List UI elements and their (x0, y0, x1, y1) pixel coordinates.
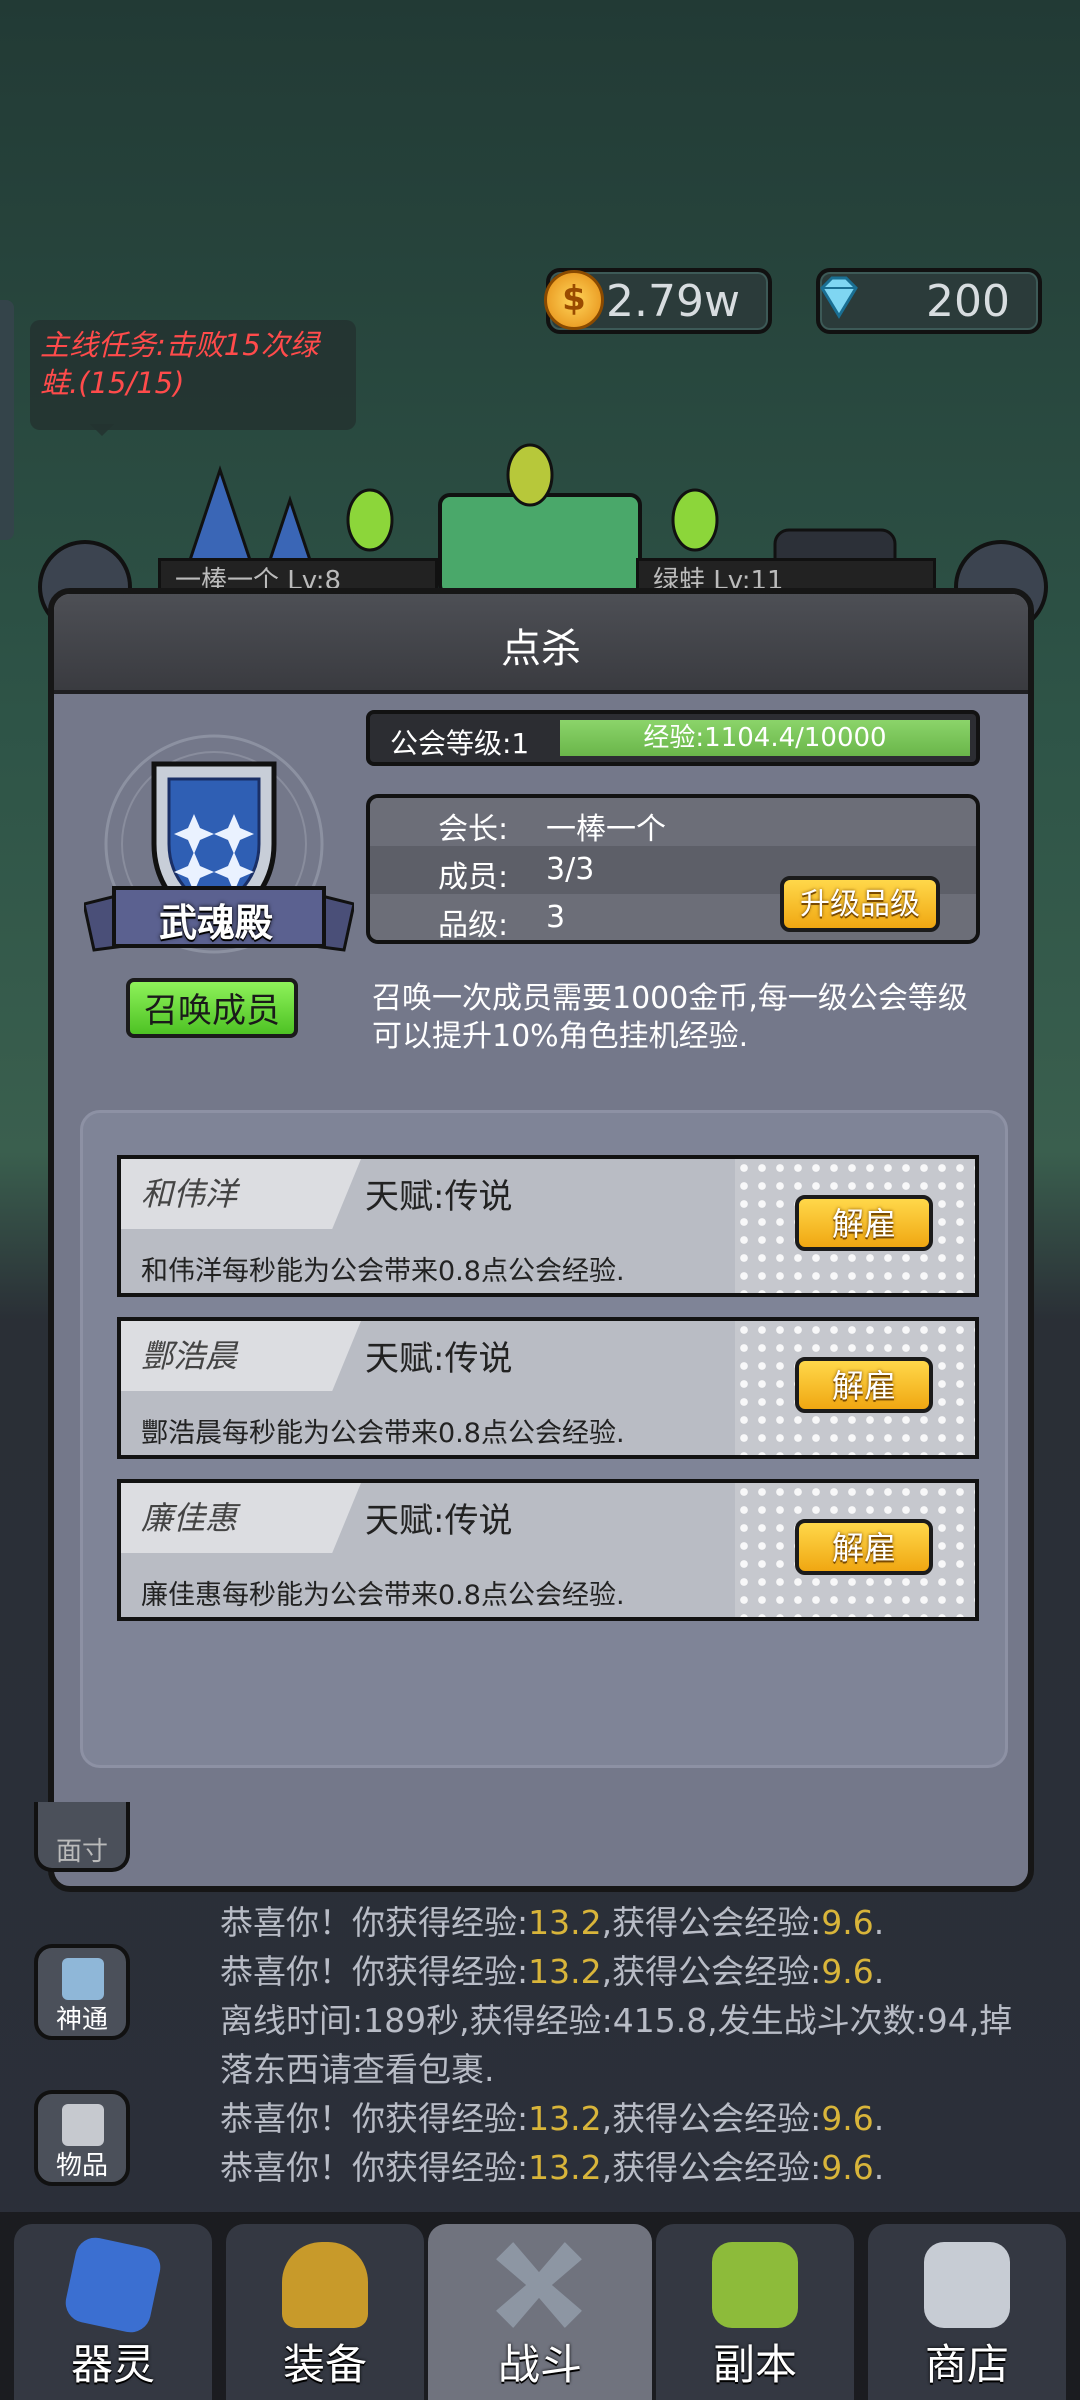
dismiss-button[interactable]: 解雇 (795, 1195, 933, 1251)
treasure-chest-icon (924, 2242, 1010, 2328)
guild-level-label: 公会等级:1 (390, 727, 530, 760)
bottom-nav: 器灵 装备 战斗 副本 商店 (0, 2212, 1080, 2400)
side-button-partial[interactable]: 面寸 (34, 1802, 130, 1872)
modal-title: 点杀 (501, 626, 581, 672)
member-desc: 和伟洋每秒能为公会带来0.8点公会经验. (141, 1256, 625, 1287)
tab-label: 器灵 (70, 2340, 155, 2389)
info-key: 会长: (438, 812, 509, 847)
guild-info-box: 会长: 一棒一个 成员: 3/3 品级: 3 升级品级 (366, 794, 980, 944)
member-talent: 天赋:传说 (365, 1177, 513, 1217)
member-talent: 天赋:传说 (365, 1501, 513, 1541)
tab-dungeon[interactable]: 副本 (656, 2224, 854, 2400)
info-key: 品级: (438, 908, 509, 943)
main-quest-bubble[interactable]: 主线任务:击败15次绿蛙.(15/15) (30, 320, 356, 436)
summon-description: 召唤一次成员需要1000金币,每一级公会等级可以提升10%角色挂机经验. (372, 981, 968, 1054)
info-value: 一棒一个 (546, 812, 666, 847)
info-key: 成员: (438, 860, 509, 895)
summon-member-button[interactable]: 召唤成员 (126, 978, 298, 1038)
member-card: 酆浩晨 天赋:传说 酆浩晨每秒能为公会带来0.8点公会经验. 解雇 (117, 1317, 979, 1459)
log-line: 恭喜你！你获得经验:13.2,获得公会经验:9.6. (220, 2099, 885, 2138)
guild-level-bar: 公会等级:1 经验:1104.4/10000 (366, 710, 980, 766)
info-value: 3/3 (546, 852, 595, 887)
spirit-icon (61, 2233, 165, 2337)
info-value: 3 (546, 900, 566, 935)
guild-modal: 点杀 武魂殿 召唤成员 公会等级:1 经验:1104.4/10000 会长: 一… (48, 588, 1034, 1892)
tab-label: 战斗 (497, 2340, 582, 2389)
gem-counter: 200 (816, 268, 1042, 334)
side-button-shentong[interactable]: 神通 (34, 1944, 130, 2040)
tab-label: 装备 (282, 2340, 367, 2389)
side-button-label: 神通 (55, 2005, 108, 2035)
diamond-icon (820, 276, 858, 319)
battle-log: 恭喜你！你获得经验:13.2,获得公会经验:9.6. 恭喜你！你获得经验:13.… (220, 1898, 1020, 2192)
chest-icon (62, 2104, 104, 2146)
member-card: 和伟洋 天赋:传说 和伟洋每秒能为公会带来0.8点公会经验. 解雇 (117, 1155, 979, 1297)
gold-counter: $ 2.79w (544, 268, 772, 334)
member-desc: 廉佳惠每秒能为公会带来0.8点公会经验. (141, 1580, 625, 1611)
crossed-swords-icon (496, 2242, 582, 2328)
member-name: 廉佳惠 (141, 1499, 238, 1537)
side-button-label: 面寸 (55, 1837, 108, 1867)
dismiss-button[interactable]: 解雇 (795, 1519, 933, 1575)
tab-label: 商店 (924, 2340, 1009, 2389)
tab-label: 副本 (712, 2340, 797, 2389)
info-row-leader: 会长: 一棒一个 (370, 798, 976, 847)
tab-shop[interactable]: 商店 (868, 2224, 1066, 2400)
dungeon-icon (712, 2242, 798, 2328)
left-edge-tab[interactable] (0, 300, 14, 540)
member-name: 酆浩晨 (141, 1337, 238, 1375)
gem-value: 200 (926, 276, 1010, 327)
member-card: 廉佳惠 天赋:传说 廉佳惠每秒能为公会带来0.8点公会经验. 解雇 (117, 1479, 979, 1621)
log-line: 恭喜你！你获得经验:13.2,获得公会经验:9.6. (220, 2148, 885, 2187)
gold-coin-icon: $ (544, 270, 604, 330)
upgrade-grade-button[interactable]: 升级品级 (780, 876, 940, 932)
guild-name: 武魂殿 (158, 901, 273, 945)
tab-equipment[interactable]: 装备 (226, 2224, 424, 2400)
gold-value: 2.79w (606, 276, 740, 327)
side-button-label: 物品 (55, 2151, 108, 2181)
log-line: 离线时间:189秒,获得经验:415.8,发生战斗次数:94,掉落东西请查看包裹… (220, 2001, 1013, 2089)
log-line: 恭喜你！你获得经验:13.2,获得公会经验:9.6. (220, 1903, 885, 1942)
member-list: 和伟洋 天赋:传说 和伟洋每秒能为公会带来0.8点公会经验. 解雇 酆浩晨 天赋… (80, 1110, 1008, 1768)
tab-qiling[interactable]: 器灵 (14, 2224, 212, 2400)
exp-progress-track: 经验:1104.4/10000 (560, 720, 970, 756)
helmet-icon (282, 2242, 368, 2328)
log-line: 恭喜你！你获得经验:13.2,获得公会经验:9.6. (220, 1952, 885, 1991)
exp-progress-text: 经验:1104.4/10000 (643, 723, 887, 753)
side-button-items[interactable]: 物品 (34, 2090, 130, 2186)
member-talent: 天赋:传说 (365, 1339, 513, 1379)
tab-battle[interactable]: 战斗 (428, 2224, 652, 2400)
member-desc: 酆浩晨每秒能为公会带来0.8点公会经验. (141, 1418, 625, 1449)
modal-header: 点杀 (54, 594, 1028, 694)
book-icon (62, 1958, 104, 2000)
dismiss-button[interactable]: 解雇 (795, 1357, 933, 1413)
member-name: 和伟洋 (141, 1175, 238, 1213)
